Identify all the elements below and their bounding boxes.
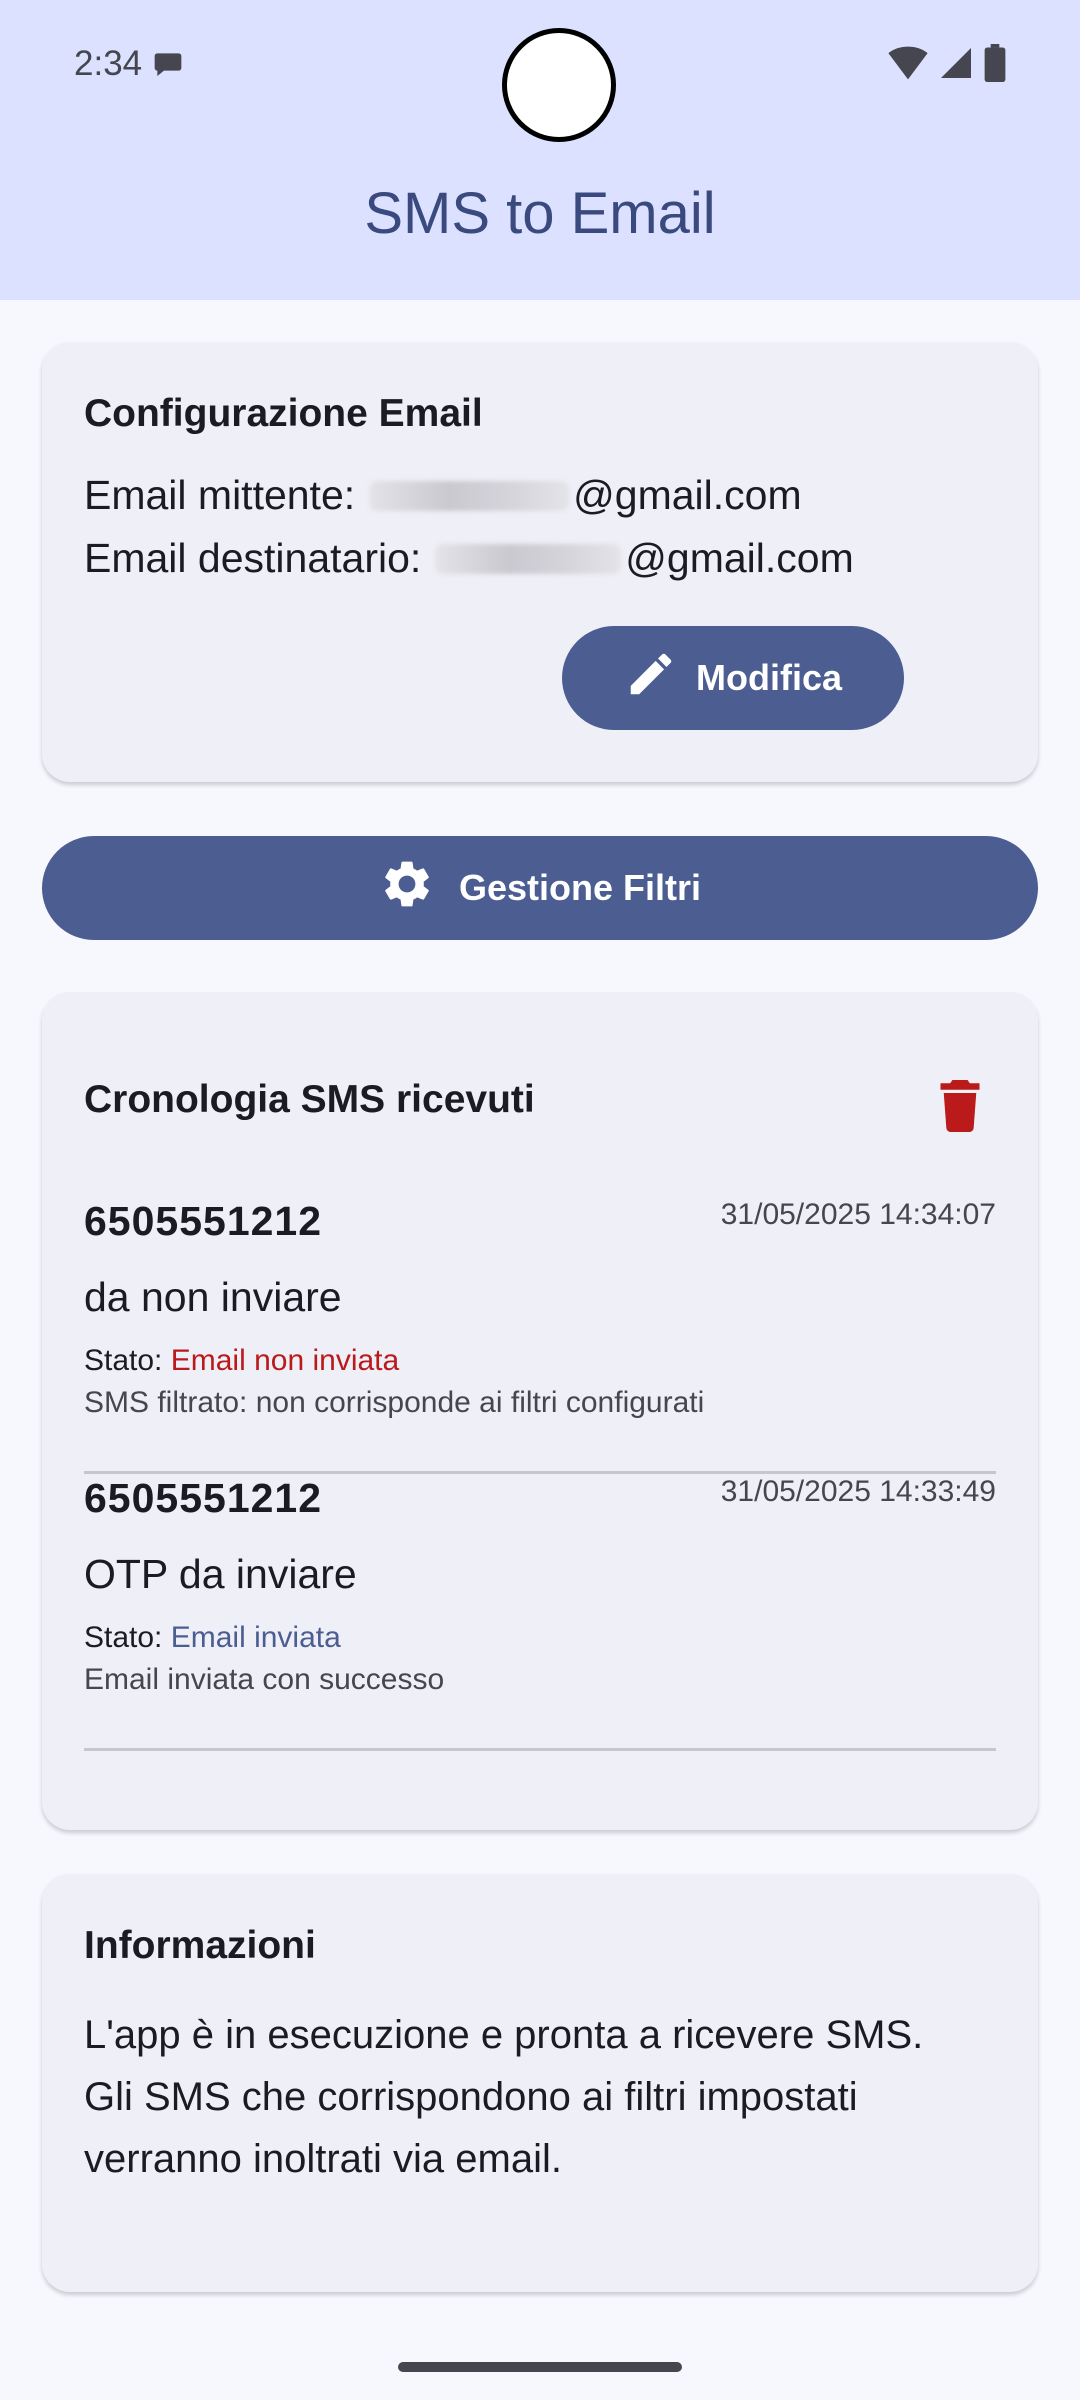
manage-filters-label: Gestione Filtri	[458, 867, 702, 908]
redacted-recipient-username	[435, 543, 622, 574]
sender-label: Email mittente:	[84, 472, 356, 518]
info-line-running: L'app è in esecuzione e pronta a ricever…	[84, 2013, 924, 2057]
status-value: Email inviata	[170, 1621, 341, 1654]
wifi-icon	[888, 45, 928, 86]
info-line-forwarding: Gli SMS che corrispondono ai filtri impo…	[84, 2075, 858, 2181]
modify-button[interactable]: Modifica	[562, 626, 904, 730]
info-text: L'app è in esecuzione e pronta a ricever…	[84, 2004, 1014, 2190]
list-item[interactable]: 6505551212 31/05/2025 14:33:49 OTP da in…	[84, 1475, 996, 1751]
status-icons	[888, 44, 1006, 87]
top-app-bar: 2:34 SMS to Email	[0, 0, 1080, 300]
status-label: Stato:	[84, 1344, 163, 1377]
history-card-title: Cronologia SMS ricevuti	[84, 1078, 535, 1121]
redacted-sender-username	[369, 480, 570, 511]
chat-bubble-icon	[152, 48, 184, 80]
modify-button-label: Modifica	[695, 657, 842, 698]
recipient-label: Email destinatario:	[84, 535, 422, 581]
status-label: Stato:	[84, 1621, 163, 1654]
config-card-title: Configurazione Email	[84, 392, 483, 435]
app-title: SMS to Email	[364, 181, 716, 246]
pencil-icon	[624, 647, 678, 710]
camera-cutout	[502, 28, 616, 142]
sms-timestamp: 31/05/2025 14:34:07	[720, 1198, 996, 1231]
status-bar-time: 2:34	[74, 44, 184, 84]
cellular-signal-icon	[938, 45, 974, 86]
clock: 2:34	[74, 44, 143, 83]
recipient-domain: @gmail.com	[625, 535, 854, 581]
sms-status: Stato: Email non inviata	[84, 1344, 399, 1378]
sender-domain: @gmail.com	[573, 472, 802, 518]
app-screen: 2:34 SMS to Email Configurazione Email E…	[0, 0, 1080, 2400]
sms-sender-number: 6505551212	[84, 1198, 323, 1244]
battery-icon	[984, 44, 1006, 87]
gear-icon	[379, 856, 435, 921]
info-card: Informazioni L'app è in esecuzione e pro…	[42, 1874, 1038, 2292]
list-item[interactable]: 6505551212 31/05/2025 14:34:07 da non in…	[84, 1198, 996, 1474]
sms-status: Stato: Email inviata	[84, 1621, 341, 1655]
sms-sender-number: 6505551212	[84, 1475, 323, 1521]
info-card-title: Informazioni	[84, 1924, 316, 1967]
recipient-email-row: Email destinatario: @gmail.com	[84, 535, 854, 582]
email-config-card: Configurazione Email Email mittente: @gm…	[42, 342, 1038, 782]
sms-history-card: Cronologia SMS ricevuti 6505551212 31/05…	[42, 992, 1038, 1830]
status-value: Email non inviata	[170, 1344, 400, 1377]
sms-body: da non inviare	[84, 1274, 342, 1320]
clear-history-button[interactable]	[910, 1058, 1010, 1158]
sms-timestamp: 31/05/2025 14:33:49	[720, 1475, 996, 1508]
sms-body: OTP da inviare	[84, 1551, 357, 1597]
sms-detail: SMS filtrato: non corrisponde ai filtri …	[84, 1386, 705, 1419]
sender-email-row: Email mittente: @gmail.com	[84, 472, 802, 519]
sms-detail: Email inviata con successo	[84, 1663, 445, 1696]
home-indicator[interactable]	[398, 2362, 682, 2372]
manage-filters-button[interactable]: Gestione Filtri	[42, 836, 1038, 940]
trash-icon	[937, 1079, 983, 1137]
